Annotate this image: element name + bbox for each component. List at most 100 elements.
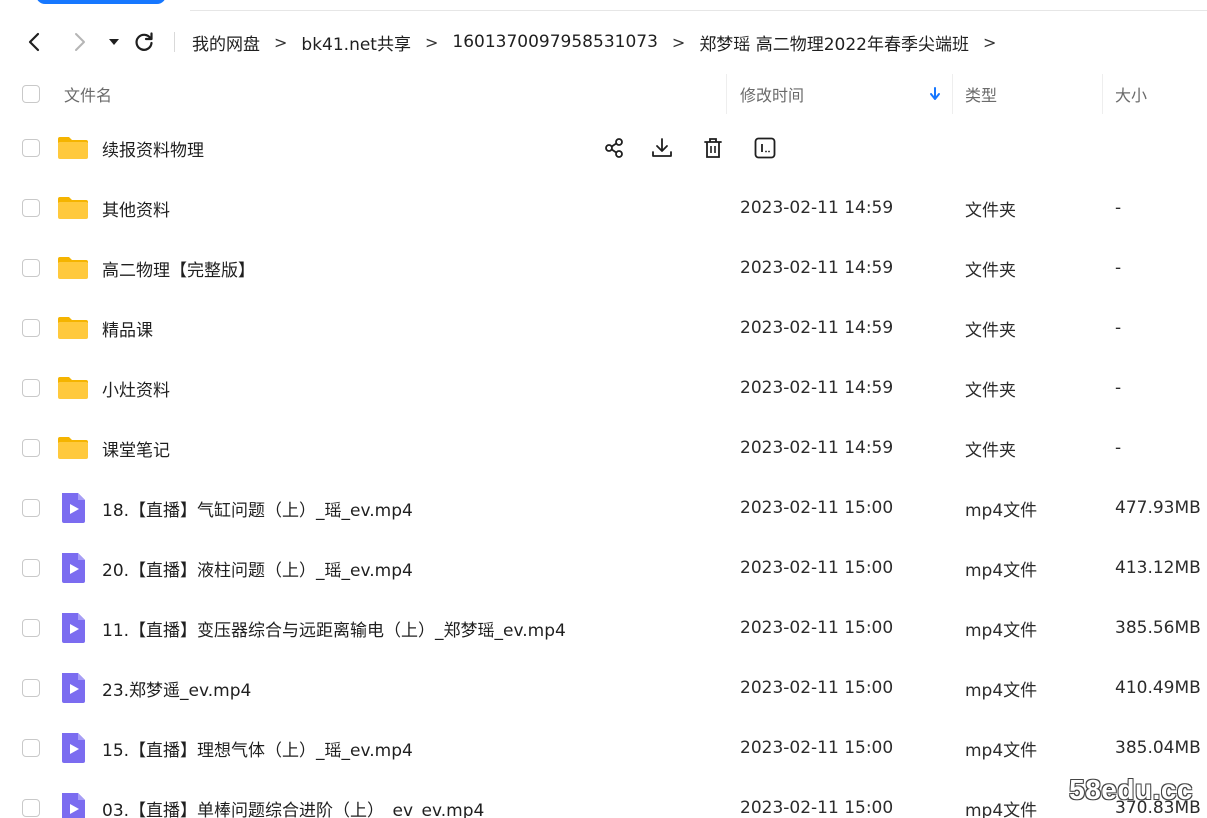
row-checkbox[interactable] xyxy=(22,139,40,157)
refresh-button[interactable] xyxy=(130,28,158,56)
file-modified-date: 2023-02-11 14:59 xyxy=(740,438,894,458)
table-row[interactable]: 课堂笔记 2023-02-11 14:59 文件夹 - xyxy=(0,418,1207,478)
file-name[interactable]: 续报资料物理 xyxy=(102,118,204,178)
table-header: 文件名 修改时间 类型 大小 xyxy=(0,74,1207,114)
file-modified-date: 2023-02-11 14:59 xyxy=(740,378,894,398)
file-modified-date: 2023-02-11 15:00 xyxy=(740,798,894,818)
breadcrumb-item-current[interactable]: 郑梦瑶 高二物理2022年春季尖端班 xyxy=(699,30,969,55)
forward-button[interactable] xyxy=(66,28,94,56)
file-name[interactable]: 11.【直播】变压器综合与远距离输电（上）_郑梦瑶_ev.mp4 xyxy=(102,598,566,658)
more-actions-button[interactable] xyxy=(751,134,779,162)
file-type: 文件夹 xyxy=(965,200,1016,221)
table-row[interactable]: 续报资料物理 xyxy=(0,118,1207,178)
chevron-left-icon xyxy=(28,32,40,52)
file-name[interactable]: 其他资料 xyxy=(102,178,170,238)
file-size: - xyxy=(1115,378,1122,398)
column-header-modified[interactable]: 修改时间 xyxy=(740,74,804,114)
caret-down-icon xyxy=(109,39,119,45)
download-icon xyxy=(652,138,672,157)
file-size: - xyxy=(1115,198,1122,218)
row-checkbox[interactable] xyxy=(22,619,40,637)
column-header-type[interactable]: 类型 xyxy=(965,74,997,114)
folder-icon xyxy=(58,317,88,339)
breadcrumb-item-root[interactable]: 我的网盘 xyxy=(192,30,260,55)
table-row[interactable]: 高二物理【完整版】 2023-02-11 14:59 文件夹 - xyxy=(0,238,1207,298)
row-checkbox[interactable] xyxy=(22,739,40,757)
rename-icon xyxy=(754,137,776,159)
folder-icon xyxy=(58,437,88,459)
table-row[interactable]: 小灶资料 2023-02-11 14:59 文件夹 - xyxy=(0,358,1207,418)
breadcrumb-separator: > xyxy=(424,32,439,52)
chevron-right-icon xyxy=(75,33,85,51)
file-size: 413.12MB xyxy=(1115,558,1201,578)
table-row[interactable]: 精品课 2023-02-11 14:59 文件夹 - xyxy=(0,298,1207,358)
row-checkbox[interactable] xyxy=(22,499,40,517)
file-name[interactable]: 精品课 xyxy=(102,298,153,358)
file-modified-date: 2023-02-11 15:00 xyxy=(740,558,894,578)
table-row[interactable]: 03.【直播】单棒问题综合进阶（上）_ev_ev.mp4 2023-02-11 1… xyxy=(0,778,1207,818)
row-checkbox[interactable] xyxy=(22,679,40,697)
file-name[interactable]: 课堂笔记 xyxy=(102,418,170,478)
breadcrumb: 我的网盘 > bk41.net共享 > 1601370097958531073 … xyxy=(192,22,1010,62)
video-file-icon xyxy=(62,613,85,643)
refresh-icon xyxy=(135,32,153,51)
file-name[interactable]: 20.【直播】液柱问题（上）_瑶_ev.mp4 xyxy=(102,538,413,598)
breadcrumb-separator: > xyxy=(982,32,997,52)
file-type: 文件夹 xyxy=(965,320,1016,341)
video-file-icon xyxy=(62,493,85,523)
table-row[interactable]: 18.【直播】气缸问题（上）_瑶_ev.mp4 2023-02-11 15:00 m… xyxy=(0,478,1207,538)
folder-icon xyxy=(58,377,88,399)
file-modified-date: 2023-02-11 15:00 xyxy=(740,678,894,698)
history-dropdown-button[interactable] xyxy=(100,28,128,56)
video-file-icon xyxy=(62,553,85,583)
breadcrumb-item-id[interactable]: 1601370097958531073 xyxy=(452,32,658,52)
row-checkbox[interactable] xyxy=(22,259,40,277)
file-type: 文件夹 xyxy=(965,380,1016,401)
select-all-checkbox[interactable] xyxy=(22,85,40,103)
column-divider xyxy=(952,74,953,114)
file-size: 477.93MB xyxy=(1115,498,1201,518)
file-name[interactable]: 23.郑梦遥_ev.mp4 xyxy=(102,658,251,718)
column-divider xyxy=(1102,74,1103,114)
file-name[interactable]: 小灶资料 xyxy=(102,358,170,418)
table-row[interactable]: 其他资料 2023-02-11 14:59 文件夹 - xyxy=(0,178,1207,238)
file-name[interactable]: 03.【直播】单棒问题综合进阶（上）_ev_ev.mp4 xyxy=(102,778,484,818)
top-divider xyxy=(190,10,1207,11)
folder-icon xyxy=(58,137,88,159)
video-file-icon xyxy=(62,793,85,818)
file-name[interactable]: 高二物理【完整版】 xyxy=(102,238,255,298)
file-size: - xyxy=(1115,258,1122,278)
file-type: mp4文件 xyxy=(965,680,1038,701)
row-checkbox[interactable] xyxy=(22,199,40,217)
column-header-size[interactable]: 大小 xyxy=(1115,74,1147,114)
column-divider xyxy=(726,74,727,114)
table-row[interactable]: 23.郑梦遥_ev.mp4 2023-02-11 15:00 mp4文件 410.49… xyxy=(0,658,1207,718)
breadcrumb-item-share[interactable]: bk41.net共享 xyxy=(301,30,411,55)
file-type: mp4文件 xyxy=(965,560,1038,581)
row-checkbox[interactable] xyxy=(22,319,40,337)
row-checkbox[interactable] xyxy=(22,439,40,457)
row-checkbox[interactable] xyxy=(22,559,40,577)
delete-button[interactable] xyxy=(699,134,727,162)
download-button[interactable] xyxy=(648,134,676,162)
row-checkbox[interactable] xyxy=(22,379,40,397)
file-name[interactable]: 15.【直播】理想气体（上）_瑶_ev.mp4 xyxy=(102,718,413,778)
file-type: mp4文件 xyxy=(965,620,1038,641)
file-size: 410.49MB xyxy=(1115,678,1201,698)
table-row[interactable]: 11.【直播】变压器综合与远距离输电（上）_郑梦瑶_ev.mp4 2023-02-… xyxy=(0,598,1207,658)
file-name[interactable]: 18.【直播】气缸问题（上）_瑶_ev.mp4 xyxy=(102,478,413,538)
back-button[interactable] xyxy=(20,28,48,56)
arrow-down-icon xyxy=(930,87,940,100)
breadcrumb-separator: > xyxy=(274,32,288,52)
row-checkbox[interactable] xyxy=(22,799,40,817)
nav-separator xyxy=(174,32,175,52)
share-button[interactable] xyxy=(600,134,628,162)
table-row[interactable]: 15.【直播】理想气体（上）_瑶_ev.mp4 2023-02-11 15:00 m… xyxy=(0,718,1207,778)
file-modified-date: 2023-02-11 15:00 xyxy=(740,498,894,518)
file-type: mp4文件 xyxy=(965,800,1038,818)
breadcrumb-separator: > xyxy=(671,32,686,52)
file-type: mp4文件 xyxy=(965,740,1038,761)
table-row[interactable]: 20.【直播】液柱问题（上）_瑶_ev.mp4 2023-02-11 15:00 m… xyxy=(0,538,1207,598)
sort-indicator[interactable] xyxy=(929,74,941,114)
column-header-name[interactable]: 文件名 xyxy=(64,74,112,114)
